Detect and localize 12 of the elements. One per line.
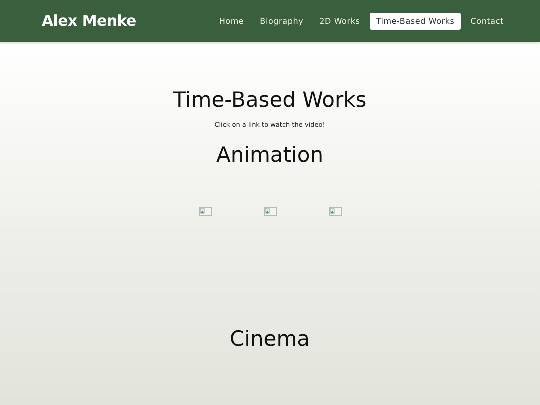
broken-image-icon bbox=[328, 207, 342, 216]
section-heading: Cinema bbox=[230, 327, 310, 351]
nav-link[interactable]: Biography bbox=[254, 12, 310, 30]
nav-link[interactable]: Home bbox=[213, 12, 250, 30]
broken-image-icon bbox=[198, 207, 212, 216]
site-title: Alex Menke bbox=[42, 12, 136, 30]
nav-link[interactable]: Time-Based Works bbox=[370, 12, 461, 30]
broken-image-icon bbox=[264, 207, 276, 216]
page-heading: Time-Based Works bbox=[173, 88, 367, 112]
section-heading: Animation bbox=[216, 143, 324, 167]
nav-link[interactable]: Contact bbox=[464, 12, 510, 30]
nav-link[interactable]: 2D Works bbox=[314, 12, 366, 30]
